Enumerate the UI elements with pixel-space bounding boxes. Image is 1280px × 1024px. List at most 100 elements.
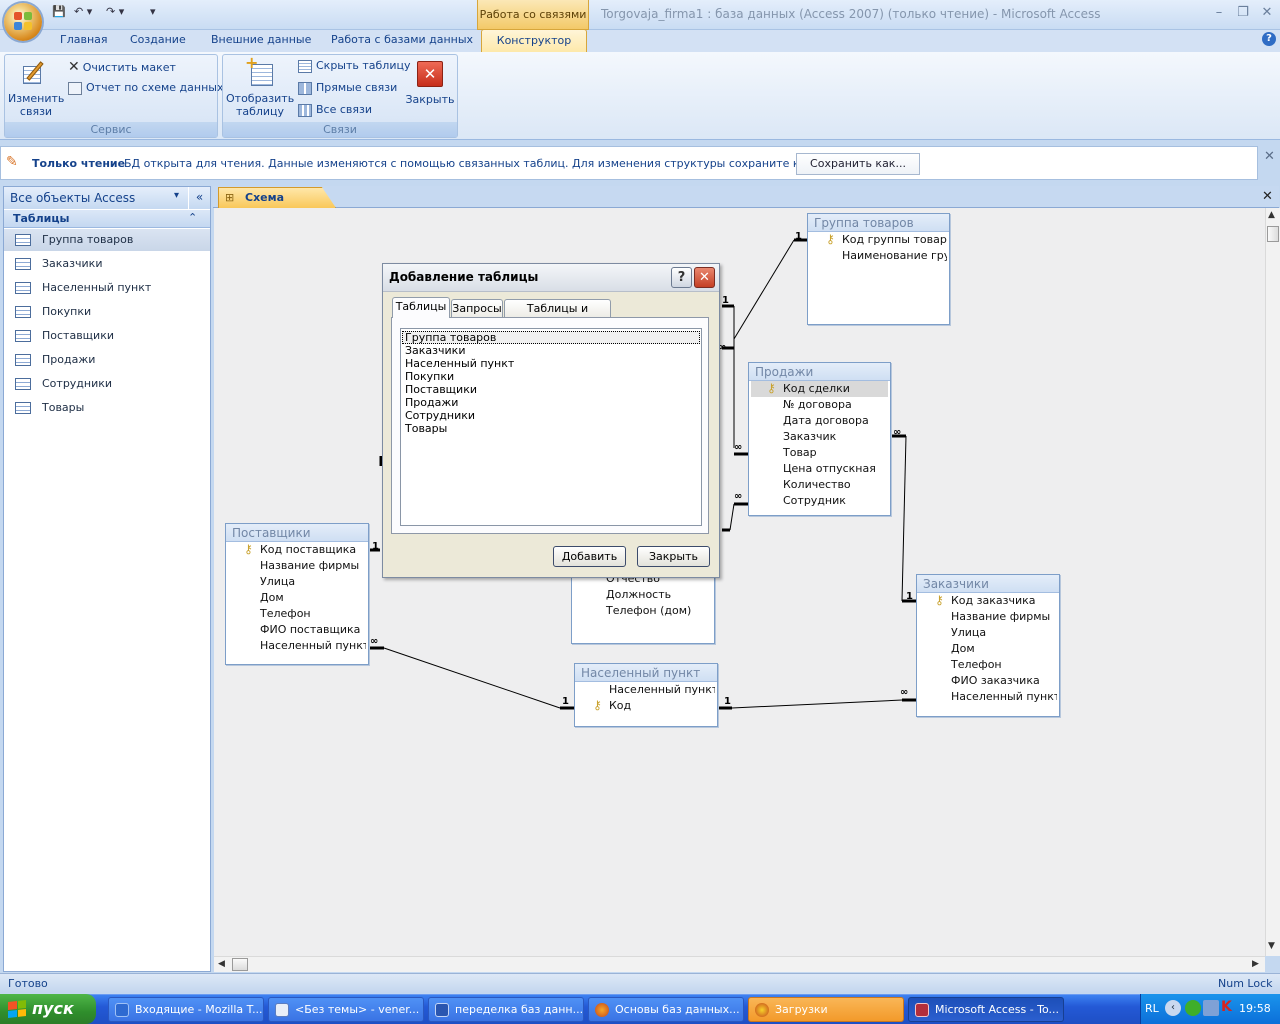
message-bar-close-icon[interactable]: ✕ bbox=[1264, 149, 1275, 164]
field-row[interactable]: № договора bbox=[751, 397, 888, 413]
edit-relations-button[interactable]: Изменить связи bbox=[8, 58, 64, 118]
schema-table-title[interactable]: Группа товаров bbox=[808, 214, 949, 232]
tray-arrow-icon[interactable]: ‹ bbox=[1165, 1000, 1181, 1016]
schema-table-postavshiki[interactable]: Поставщики Код поставщика Название фирмы… bbox=[225, 523, 369, 665]
tray-antivirus-icon[interactable]: K bbox=[1221, 999, 1232, 1015]
office-button[interactable] bbox=[4, 3, 42, 41]
scroll-left-icon[interactable]: ◀ bbox=[218, 959, 225, 969]
save-icon[interactable]: 💾 bbox=[52, 5, 66, 23]
tray-network-icon[interactable] bbox=[1203, 1000, 1219, 1016]
minimize-icon[interactable]: – bbox=[1208, 5, 1230, 23]
nav-item-postavshiki[interactable]: Поставщики bbox=[4, 325, 210, 347]
list-item[interactable]: Группа товаров bbox=[402, 331, 700, 344]
undo-icon[interactable]: ↶ ▾ bbox=[74, 5, 92, 23]
schema-report-button[interactable]: Отчет по схеме данных bbox=[68, 81, 223, 95]
field-row[interactable]: ФИО заказчика bbox=[919, 673, 1057, 689]
dialog-tab-queries[interactable]: Запросы bbox=[451, 299, 503, 318]
task-thunderbird[interactable]: Входящие - Mozilla T... bbox=[108, 997, 264, 1022]
dialog-tab-tables[interactable]: Таблицы bbox=[392, 297, 450, 318]
field-row[interactable]: Должность bbox=[574, 587, 712, 603]
horizontal-scroll-thumb[interactable] bbox=[232, 958, 248, 971]
field-row[interactable]: Телефон bbox=[228, 606, 366, 622]
list-item[interactable]: Сотрудники bbox=[402, 409, 700, 422]
clear-layout-button[interactable]: ✕ Очистить макет bbox=[68, 59, 176, 75]
field-row[interactable]: Название фирмы bbox=[919, 609, 1057, 625]
field-row[interactable]: Населенный пункт bbox=[577, 682, 715, 698]
field-row[interactable]: Наименование группы bbox=[810, 248, 947, 264]
field-row[interactable]: Код поставщика bbox=[228, 542, 366, 558]
tab-schema-dannyh[interactable]: ⊞ Схема данных bbox=[218, 187, 336, 208]
vertical-scroll-thumb[interactable] bbox=[1267, 226, 1279, 242]
add-button[interactable]: Добавить bbox=[553, 546, 626, 567]
task-firefox[interactable]: Основы баз данных... bbox=[588, 997, 744, 1022]
nav-pane-header[interactable]: Все объекты Access ▾ bbox=[4, 187, 188, 209]
list-item[interactable]: Покупки bbox=[402, 370, 700, 383]
field-row[interactable]: Дата договора bbox=[751, 413, 888, 429]
dialog-close-icon[interactable]: ✕ bbox=[694, 267, 715, 288]
schema-table-title[interactable]: Заказчики bbox=[917, 575, 1059, 593]
list-item[interactable]: Поставщики bbox=[402, 383, 700, 396]
nav-item-pokupki[interactable]: Покупки bbox=[4, 301, 210, 323]
save-as-button[interactable]: Сохранить как... bbox=[796, 153, 920, 175]
schema-table-naselennyi-punkt[interactable]: Населенный пункт Населенный пункт Код bbox=[574, 663, 718, 727]
field-row[interactable]: Код группы товаров bbox=[810, 232, 947, 248]
field-row[interactable]: Телефон bbox=[919, 657, 1057, 673]
horizontal-scrollbar[interactable]: ◀ ▶ bbox=[214, 956, 1265, 972]
field-row[interactable]: Код bbox=[577, 698, 715, 714]
close-window-icon[interactable]: ✕ bbox=[1256, 5, 1278, 23]
field-row[interactable]: Название фирмы bbox=[228, 558, 366, 574]
hide-table-button[interactable]: Скрыть таблицу bbox=[298, 59, 411, 73]
task-downloads[interactable]: Загрузки bbox=[748, 997, 904, 1022]
field-row[interactable]: Код сделки bbox=[751, 381, 888, 397]
nav-collapse-icon[interactable]: « bbox=[189, 187, 210, 209]
schema-table-title[interactable]: Населенный пункт bbox=[575, 664, 717, 682]
nav-group-tables[interactable]: Таблицы ⌃ bbox=[4, 210, 210, 228]
list-item[interactable]: Товары bbox=[402, 422, 700, 435]
field-row[interactable]: ФИО поставщика bbox=[228, 622, 366, 638]
field-row[interactable]: Телефон (дом) bbox=[574, 603, 712, 619]
field-row[interactable]: Код заказчика bbox=[919, 593, 1057, 609]
nav-item-sotrudniki[interactable]: Сотрудники bbox=[4, 373, 210, 395]
schema-table-zakazchiki[interactable]: Заказчики Код заказчика Название фирмы У… bbox=[916, 574, 1060, 717]
scroll-up-icon[interactable]: ▲ bbox=[1268, 210, 1275, 220]
start-button[interactable]: пуск bbox=[0, 994, 96, 1024]
dialog-help-icon[interactable]: ? bbox=[671, 267, 692, 288]
tab-database-tools[interactable]: Работа с базами данных bbox=[331, 33, 473, 46]
nav-item-naselennyi-punkt[interactable]: Населенный пункт bbox=[4, 277, 210, 299]
scroll-down-icon[interactable]: ▼ bbox=[1268, 941, 1275, 951]
tab-create[interactable]: Создание bbox=[130, 33, 186, 46]
field-row[interactable]: Улица bbox=[228, 574, 366, 590]
group-collapse-icon[interactable]: ⌃ bbox=[188, 211, 197, 224]
help-icon[interactable]: ? bbox=[1262, 32, 1276, 46]
nav-item-gruppa-tovarov[interactable]: Группа товаров bbox=[4, 229, 210, 251]
field-row[interactable]: Дом bbox=[228, 590, 366, 606]
schema-table-prodazhi[interactable]: Продажи Код сделки № договора Дата догов… bbox=[748, 362, 891, 516]
all-relations-button[interactable]: Все связи bbox=[298, 103, 372, 117]
dialog-tab-tables-and-queries[interactable]: Таблицы и запросы bbox=[504, 299, 611, 332]
tray-green-icon[interactable] bbox=[1185, 1000, 1201, 1016]
field-row[interactable]: Товар bbox=[751, 445, 888, 461]
field-row[interactable]: Цена отпускная bbox=[751, 461, 888, 477]
close-relations-button[interactable]: ✕ Закрыть bbox=[404, 58, 456, 106]
document-close-icon[interactable]: ✕ bbox=[1262, 189, 1273, 204]
nav-dropdown-icon[interactable]: ▾ bbox=[174, 190, 179, 201]
task-word-2[interactable]: переделка баз данн... bbox=[428, 997, 584, 1022]
restore-icon[interactable]: ❐ bbox=[1232, 5, 1254, 23]
nav-item-prodazhi[interactable]: Продажи bbox=[4, 349, 210, 371]
schema-table-title[interactable]: Продажи bbox=[749, 363, 890, 381]
schema-table-gruppa-tovarov[interactable]: Группа товаров Код группы товаров Наимен… bbox=[807, 213, 950, 325]
field-row[interactable]: Населенный пункт bbox=[228, 638, 366, 654]
field-row[interactable]: Заказчик bbox=[751, 429, 888, 445]
scroll-right-icon[interactable]: ▶ bbox=[1252, 959, 1259, 969]
field-row[interactable]: Улица bbox=[919, 625, 1057, 641]
list-item[interactable]: Продажи bbox=[402, 396, 700, 409]
direct-relations-button[interactable]: Прямые связи bbox=[298, 81, 397, 95]
field-row[interactable]: Количество bbox=[751, 477, 888, 493]
customize-qat-icon[interactable]: ▾ bbox=[150, 5, 156, 23]
close-dialog-button[interactable]: Закрыть bbox=[637, 546, 710, 567]
list-item[interactable]: Населенный пункт bbox=[402, 357, 700, 370]
language-indicator[interactable]: RL bbox=[1145, 1002, 1159, 1015]
field-row[interactable]: Сотрудник bbox=[751, 493, 888, 509]
field-row[interactable]: Населенный пункт bbox=[919, 689, 1057, 705]
schema-table-title[interactable]: Поставщики bbox=[226, 524, 368, 542]
